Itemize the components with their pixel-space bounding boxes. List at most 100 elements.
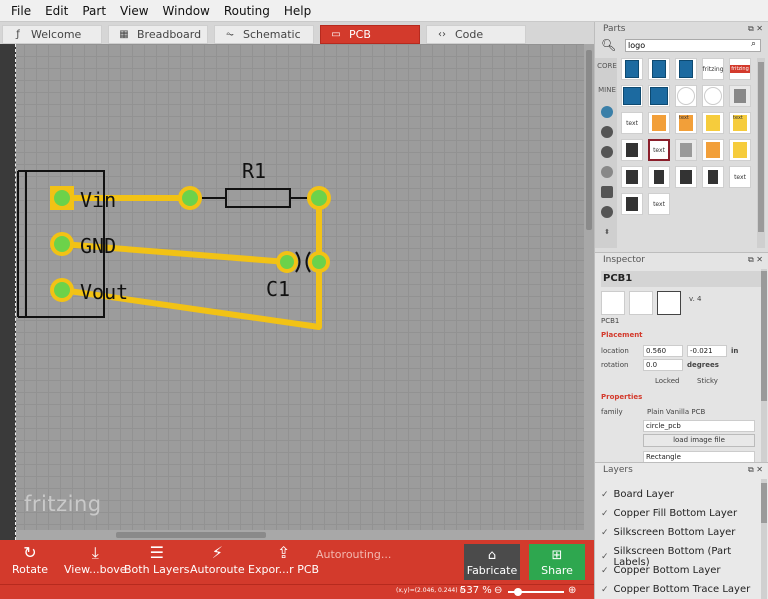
panel-controls-icon[interactable]: ⧉ ✕: [748, 463, 763, 477]
rotation-field[interactable]: 0.0: [643, 359, 683, 371]
inspector-scrollbar[interactable]: [761, 269, 767, 465]
pcb-canvas[interactable]: Vin GND Vout R1 C1 fritzing: [0, 44, 594, 540]
canvas-vertical-scrollbar[interactable]: [584, 44, 594, 540]
zoom-out-icon[interactable]: ⊖: [494, 585, 502, 596]
bin-picaxe[interactable]: [597, 206, 617, 218]
bin-arduino[interactable]: [597, 106, 617, 118]
part-cell[interactable]: text: [729, 112, 751, 134]
part-cell[interactable]: [621, 58, 643, 80]
fritzing-app: File Edit Part View Window Routing Help …: [0, 0, 768, 599]
layer-item[interactable]: ✓ Copper Bottom Layer: [601, 565, 721, 576]
canvas-horizontal-scrollbar[interactable]: [16, 530, 584, 540]
part-cell[interactable]: [675, 139, 697, 161]
magnifier-icon[interactable]: 🔍︎: [601, 38, 616, 52]
tab-welcome[interactable]: ƒ Welcome: [2, 25, 102, 44]
layer-item[interactable]: ✓ Copper Fill Bottom Layer: [601, 508, 737, 519]
share-button[interactable]: ⊞ Share: [529, 544, 585, 580]
menu-file[interactable]: File: [4, 0, 38, 22]
layers-icon: ☰: [149, 543, 164, 562]
export-pcb-button[interactable]: ⇪ Expor...r PCB: [248, 543, 319, 576]
autoroute-button[interactable]: ⚡ Autoroute: [190, 543, 245, 576]
location-x-field[interactable]: 0.560: [643, 345, 683, 357]
rotate-button[interactable]: ↻ Rotate: [12, 543, 48, 576]
part-cell[interactable]: [621, 85, 643, 107]
zoom-slider-handle[interactable]: [514, 588, 522, 596]
load-image-button[interactable]: load image file: [643, 434, 755, 447]
part-cell[interactable]: [675, 58, 697, 80]
menu-window[interactable]: Window: [156, 0, 217, 22]
tab-code[interactable]: ‹› Code: [426, 25, 526, 44]
part-cell[interactable]: [648, 112, 670, 134]
part-cell[interactable]: [648, 85, 670, 107]
menu-view[interactable]: View: [113, 0, 155, 22]
tab-pcb[interactable]: ▭ PCB: [320, 25, 420, 44]
bin-more-arrow[interactable]: ⬍: [597, 228, 617, 236]
export-label: Expor...r PCB: [248, 563, 320, 576]
check-icon[interactable]: ✓: [601, 566, 609, 576]
parts-search-input[interactable]: [625, 39, 761, 52]
menu-part[interactable]: Part: [75, 0, 113, 22]
menu-routing[interactable]: Routing: [217, 0, 277, 22]
view-from-above-button[interactable]: ⤓ View...bove: [64, 543, 127, 576]
panel-controls-icon[interactable]: ⧉ ✕: [748, 22, 763, 36]
part-cell[interactable]: text: [729, 166, 751, 188]
part-cell-selected[interactable]: text: [648, 139, 670, 161]
family-label: family: [601, 408, 623, 416]
part-cell[interactable]: fritzing: [702, 58, 724, 80]
layer-item[interactable]: ✓ Copper Bottom Trace Layer: [601, 584, 750, 595]
part-cell[interactable]: [675, 166, 697, 188]
tab-breadboard[interactable]: ▦ Breadboard: [108, 25, 208, 44]
part-cell[interactable]: [702, 166, 724, 188]
part-cell[interactable]: [729, 85, 751, 107]
bin-contrib[interactable]: [597, 186, 617, 198]
fabricate-button[interactable]: ⌂ Fabricate: [464, 544, 520, 580]
family-value: Plain Vanilla PCB: [647, 408, 706, 416]
parts-scrollbar[interactable]: [757, 58, 765, 248]
shape-select[interactable]: circle_pcb: [643, 420, 755, 432]
text-logo-label: text: [733, 115, 747, 131]
part-cell[interactable]: [648, 166, 670, 188]
part-cell[interactable]: [675, 85, 697, 107]
part-cell[interactable]: [702, 85, 724, 107]
part-cell[interactable]: [648, 58, 670, 80]
check-icon[interactable]: ✓: [601, 552, 609, 562]
bin-intel[interactable]: [597, 166, 617, 178]
schematic-icon: ⏦: [225, 29, 235, 40]
tab-schematic[interactable]: ⏦ Schematic: [214, 25, 314, 44]
part-cell[interactable]: [621, 166, 643, 188]
bin-mine[interactable]: MINE: [597, 86, 617, 94]
bottom-toolbar: ↻ Rotate ⤓ View...bove ☰ Both Layers ⚡ A…: [0, 540, 594, 584]
part-cell[interactable]: [621, 139, 643, 161]
part-cell[interactable]: [702, 139, 724, 161]
part-version: v. 4: [689, 295, 702, 303]
check-icon[interactable]: ✓: [601, 509, 609, 519]
part-cell[interactable]: [702, 112, 724, 134]
part-cell[interactable]: [729, 139, 751, 161]
locked-checkbox[interactable]: Locked: [655, 377, 679, 385]
check-icon[interactable]: ✓: [601, 585, 609, 595]
layer-label: Silkscreen Bottom Layer: [613, 527, 736, 538]
pcb-drawing: Vin GND Vout R1 C1: [17, 159, 331, 330]
menu-help[interactable]: Help: [277, 0, 318, 22]
bin-core[interactable]: CORE: [597, 62, 617, 70]
bin-seeed[interactable]: [597, 146, 617, 158]
zoom-in-icon[interactable]: ⊕: [568, 585, 576, 596]
part-cell[interactable]: fritzing: [729, 58, 751, 80]
check-icon[interactable]: ✓: [601, 490, 609, 500]
both-layers-button[interactable]: ☰ Both Layers: [124, 543, 189, 576]
check-icon[interactable]: ✓: [601, 528, 609, 538]
part-cell[interactable]: [621, 193, 643, 215]
location-unit[interactable]: in: [731, 347, 738, 355]
part-cell[interactable]: text: [621, 112, 643, 134]
bin-sparkfun[interactable]: [597, 126, 617, 138]
layer-item[interactable]: ✓ Board Layer: [601, 489, 674, 500]
layer-item[interactable]: ✓ Silkscreen Bottom Layer: [601, 527, 735, 538]
location-y-field[interactable]: -0.021: [687, 345, 727, 357]
layers-scrollbar[interactable]: [761, 479, 767, 599]
search-submit-icon[interactable]: ⌕: [751, 39, 756, 49]
part-cell[interactable]: text: [675, 112, 697, 134]
panel-controls-icon[interactable]: ⧉ ✕: [748, 253, 763, 267]
sticky-checkbox[interactable]: Sticky: [697, 377, 718, 385]
menu-edit[interactable]: Edit: [38, 0, 75, 22]
part-cell[interactable]: text: [648, 193, 670, 215]
